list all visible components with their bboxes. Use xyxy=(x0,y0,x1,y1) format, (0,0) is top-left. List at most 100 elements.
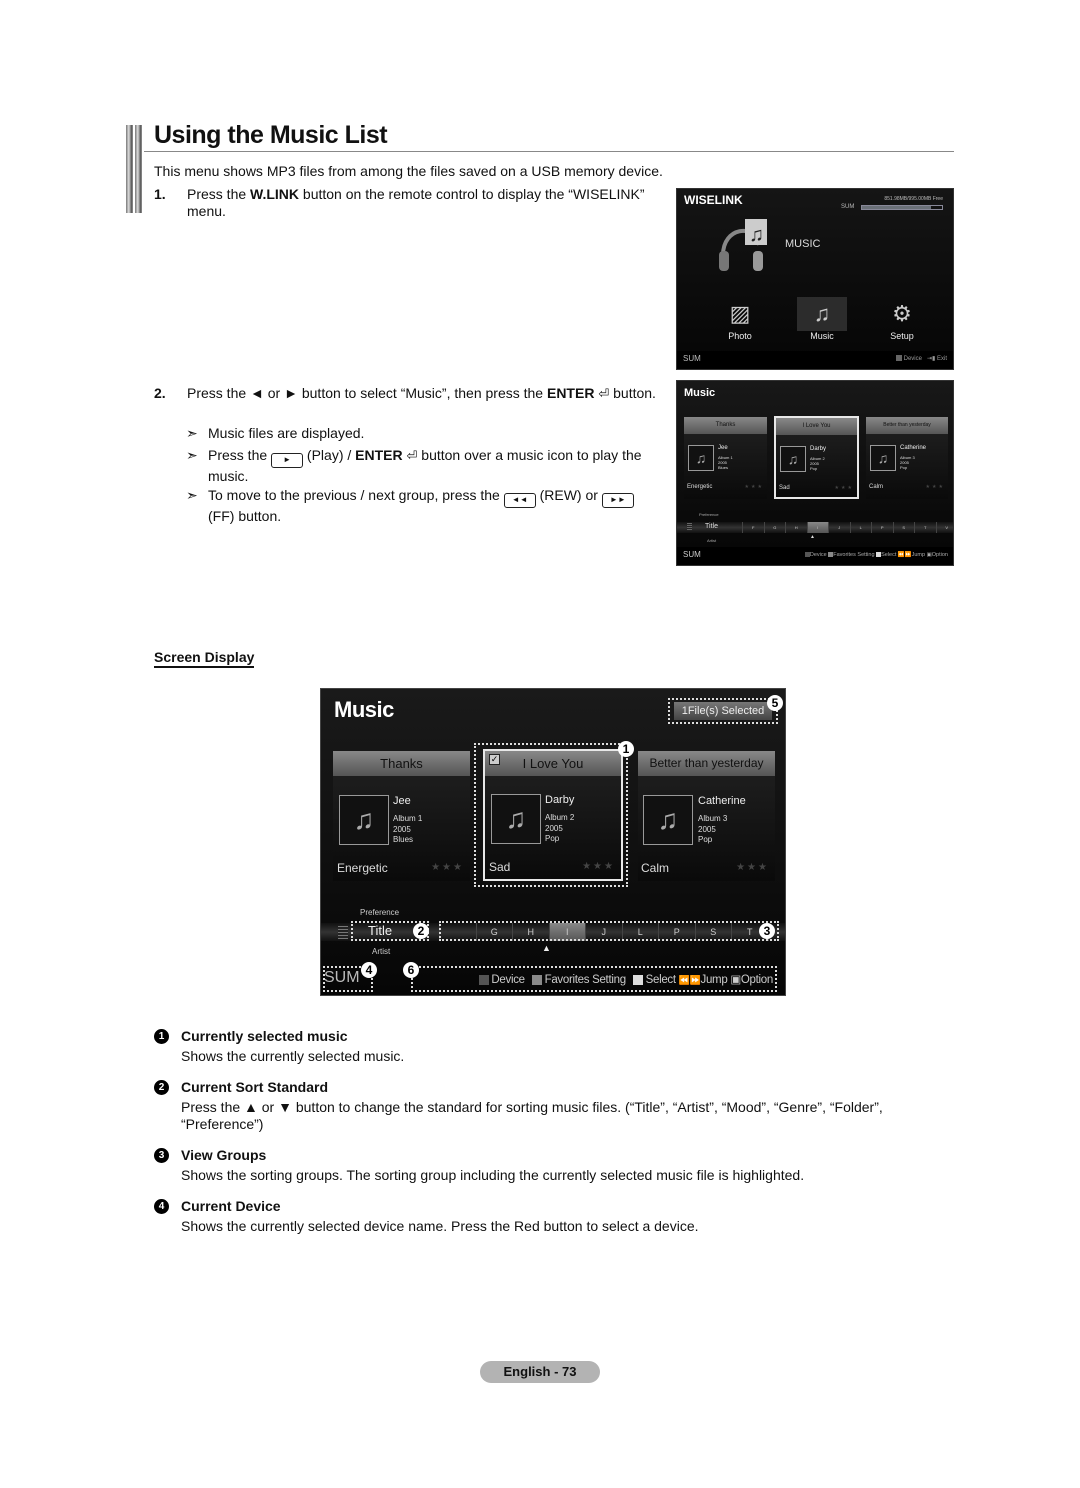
jump-hint[interactable]: Jump xyxy=(912,552,925,558)
rating-stars: ★★★ xyxy=(834,485,854,491)
callout-number: 3 xyxy=(154,1148,169,1163)
music-list-screen-small: Music Thanks ♫ Jee Album 1 2005 Blues Ener… xyxy=(676,380,954,566)
menu-setup[interactable]: ⚙ Setup xyxy=(877,297,927,341)
group-J[interactable]: J xyxy=(828,522,850,533)
option-hint[interactable]: Option xyxy=(932,552,948,558)
text: (FF) button. xyxy=(208,508,282,524)
genre: Pop xyxy=(545,834,560,843)
card-artist: Catherine xyxy=(900,445,927,451)
select-hint[interactable]: Select xyxy=(646,974,676,986)
page-number: English - 73 xyxy=(480,1361,600,1383)
svg-text:♫: ♫ xyxy=(749,224,764,246)
storage-free-text: 851.98MB/995.00MB Free xyxy=(884,196,943,202)
music-card[interactable]: Thanks ♫ Jee Album 1 2005 Blues Energetic … xyxy=(333,751,470,881)
page-title: Using the Music List xyxy=(154,121,388,149)
checkbox-checked-icon[interactable]: ✓ xyxy=(489,754,500,765)
select-hint[interactable]: Select xyxy=(881,552,896,558)
group-H[interactable]: H xyxy=(785,522,807,533)
music-card[interactable]: Thanks ♫ Jee Album 1 2005 Blues Energetic … xyxy=(684,417,767,499)
rating-stars: ★★★ xyxy=(431,862,464,873)
genre: Blues xyxy=(718,465,729,470)
music-card-selected[interactable]: I Love You ♫ Darby Album 2 2005 Pop Sad ★★… xyxy=(774,416,859,499)
option-hint[interactable]: Option xyxy=(741,974,773,986)
year: 2005 xyxy=(393,824,411,834)
group-L[interactable]: L xyxy=(849,522,872,533)
play-button-icon: ► xyxy=(271,453,304,468)
note-text: Music files are displayed. xyxy=(208,425,365,441)
card-title-text: I Love You xyxy=(522,756,584,771)
favorites-hint[interactable]: Favorites Setting xyxy=(545,974,627,986)
card-meta: Album 2 2005 Pop xyxy=(545,813,574,845)
sort-current[interactable]: Title xyxy=(705,523,718,530)
key-name: ENTER xyxy=(355,447,403,463)
legend-description: Shows the currently selected music. xyxy=(181,1048,405,1064)
current-device[interactable]: SUM xyxy=(324,969,360,987)
sort-handle-icon xyxy=(338,926,348,939)
menu-photo[interactable]: ▨ Photo xyxy=(715,297,765,341)
screen-title: Music xyxy=(684,387,716,399)
card-meta: Album 1 2005 Blues xyxy=(718,455,733,470)
genre: Pop xyxy=(698,835,713,844)
group-P[interactable]: P xyxy=(871,522,893,533)
legend-description: Shows the currently selected device name… xyxy=(181,1218,699,1234)
sort-bar: Title FGHIJLPSTV xyxy=(677,522,953,533)
card-artist: Jee xyxy=(393,795,411,807)
menu-music[interactable]: ♫ Music xyxy=(797,297,847,341)
sort-handle-icon xyxy=(687,523,692,531)
sort-prev: Preference xyxy=(699,512,719,517)
callout-4: 4 xyxy=(361,962,377,978)
card-title: Thanks xyxy=(684,417,767,434)
genre: Pop xyxy=(810,466,818,471)
group-T[interactable]: T xyxy=(914,522,936,533)
group-G[interactable]: G xyxy=(763,522,786,533)
rating-stars: ★★★ xyxy=(925,484,945,490)
sort-next: Artist xyxy=(707,538,717,543)
rating-stars: ★★★ xyxy=(582,861,615,872)
screen-title: Music xyxy=(334,697,394,722)
card-artist: Darby xyxy=(810,446,827,452)
music-list-screen-large: Music 1File(s) Selected 5 Thanks ♫ Jee A… xyxy=(320,688,786,996)
current-device[interactable]: SUM xyxy=(683,550,701,559)
card-mood: Calm xyxy=(641,861,670,875)
exit-hint[interactable]: Exit xyxy=(937,356,947,362)
rew-button-icon: ◄◄ xyxy=(503,493,536,508)
callout-1: 1 xyxy=(618,741,634,757)
device-hint[interactable]: Device xyxy=(904,356,922,362)
year: 2005 xyxy=(545,823,563,833)
arrow-bullet-icon: ➣ xyxy=(186,487,198,503)
card-meta: Album 3 2005 Pop xyxy=(900,455,915,470)
title-divider xyxy=(144,151,954,152)
screen-display-heading: Screen Display xyxy=(154,649,255,668)
rating-stars: ★★★ xyxy=(744,484,764,490)
device-hint[interactable]: Device xyxy=(810,552,827,558)
group-S[interactable]: S xyxy=(892,522,915,533)
arrow-bullet-icon: ➣ xyxy=(186,447,198,463)
music-card[interactable]: Better than yesterday ♫ Catherine Album … xyxy=(638,751,775,881)
wiselink-screen: WISELINK 851.98MB/995.00MB Free SUM ♫ MU… xyxy=(676,188,954,370)
storage-bar-fill xyxy=(862,206,931,209)
arrow-bullet-icon: ➣ xyxy=(186,425,198,441)
card-mood: Energetic xyxy=(337,861,388,875)
red-button-icon xyxy=(895,355,902,362)
note-text: To move to the previous / next group, pr… xyxy=(208,487,648,525)
step-text: Press the ◄ or ► button to select “Music… xyxy=(187,385,667,402)
text: (REW) or xyxy=(535,487,602,503)
legend-heading: View Groups xyxy=(181,1147,267,1163)
text: Press the ◄ or ► button to select “Music… xyxy=(187,385,547,401)
device-hint[interactable]: Device xyxy=(491,974,525,986)
music-card-selected[interactable]: I Love You ✓ ♫ Darby Album 2 2005 Pop Sad … xyxy=(483,749,623,881)
yellow-button-icon xyxy=(632,974,643,985)
album: Album 3 xyxy=(698,814,728,823)
music-card[interactable]: Better than yesterday ♫ Catherine Album … xyxy=(866,417,948,499)
group-F[interactable]: F xyxy=(742,522,764,533)
card-meta: Album 1 2005 Blues xyxy=(393,814,422,846)
callout-number: 4 xyxy=(154,1199,169,1214)
jump-hint[interactable]: Jump xyxy=(701,974,728,986)
favorites-hint[interactable]: Favorites Setting xyxy=(833,552,874,558)
card-artist: Catherine xyxy=(698,795,746,807)
storage-bar xyxy=(861,205,943,210)
group-I[interactable]: I xyxy=(806,522,828,533)
group-V[interactable]: V xyxy=(935,522,954,533)
card-title: I Love You xyxy=(485,751,621,776)
selected-count-badge: 1File(s) Selected xyxy=(674,702,772,720)
